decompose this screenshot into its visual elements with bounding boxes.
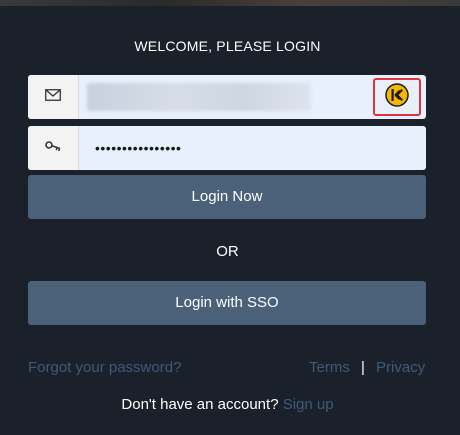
privacy-link[interactable]: Privacy [376, 359, 425, 376]
envelope-icon [45, 88, 61, 106]
terms-link[interactable]: Terms [309, 359, 350, 376]
email-addon [28, 75, 79, 119]
password-field[interactable]: •••••••••••••••• [28, 126, 426, 170]
key-icon [45, 139, 61, 157]
or-divider: OR [216, 243, 239, 260]
no-account-text: Don't have an account? [121, 396, 279, 413]
autofill-button[interactable] [373, 78, 421, 116]
signup-link[interactable]: Sign up [283, 396, 334, 413]
login-button[interactable]: Login Now [28, 175, 426, 219]
sso-login-button[interactable]: Login with SSO [28, 281, 426, 325]
page-title: WELCOME, PLEASE LOGIN [134, 38, 321, 54]
email-value-redacted [87, 83, 311, 111]
forgot-password-link[interactable]: Forgot your password? [28, 359, 181, 376]
keeper-logo-icon [385, 82, 409, 112]
signup-prompt: Don't have an account? Sign up [0, 396, 455, 413]
link-separator: | [361, 359, 365, 376]
password-addon [28, 126, 79, 170]
email-field[interactable] [28, 75, 426, 119]
password-value: •••••••••••••••• [95, 140, 182, 156]
